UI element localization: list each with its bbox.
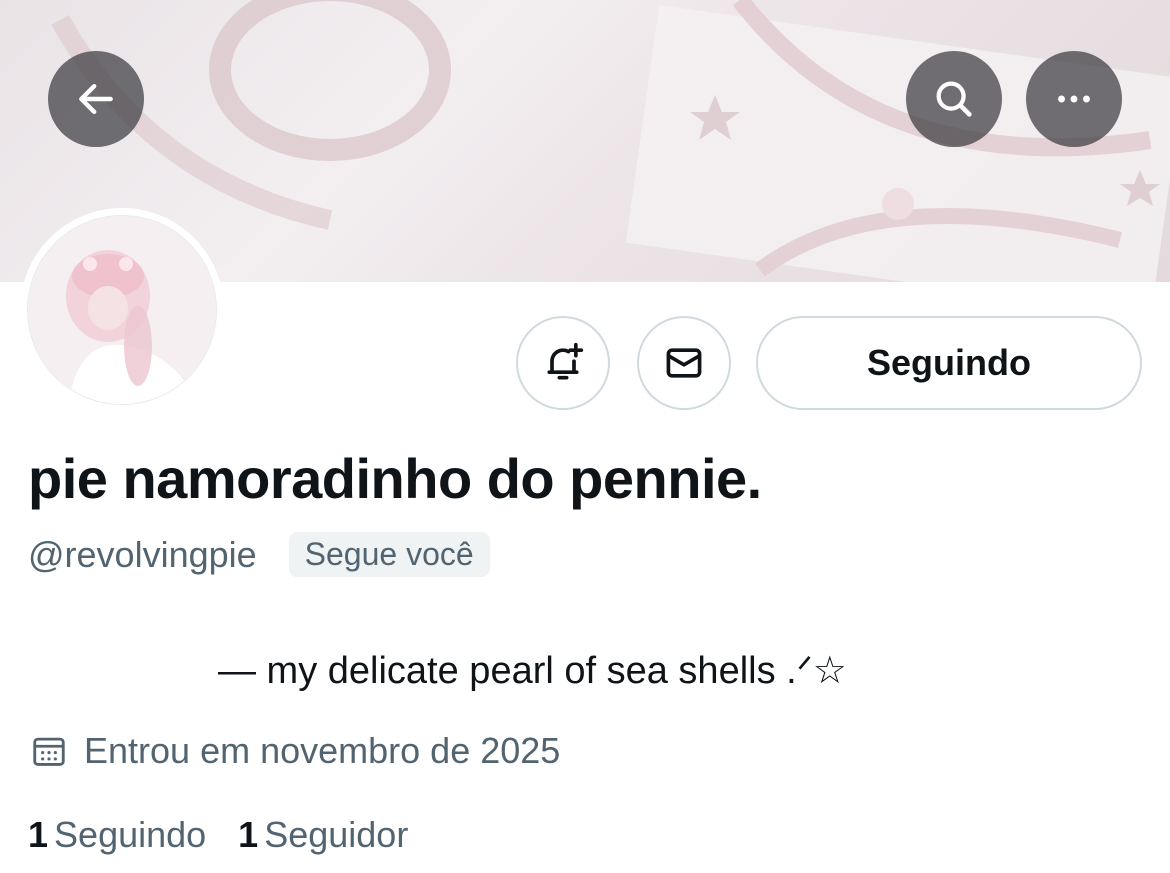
follow-stats: 1 Seguindo 1 Seguidor	[28, 814, 440, 856]
following-label: Seguindo	[54, 814, 207, 855]
bell-plus-icon	[547, 342, 584, 380]
followers-count: 1	[238, 814, 259, 855]
mail-icon	[666, 348, 702, 378]
followers-label: Seguidor	[264, 814, 409, 855]
following-count: 1	[28, 814, 49, 855]
joined-date: Entrou em novembro de 2025	[84, 730, 561, 771]
message-button[interactable]	[637, 316, 731, 410]
profile-bio: — my delicate pearl of sea shells .ᐟ☆	[218, 650, 847, 692]
notifications-button[interactable]	[516, 316, 610, 410]
avatar-image	[28, 216, 216, 404]
more-horizontal-icon	[1058, 95, 1090, 103]
arrow-left-icon	[79, 83, 113, 115]
handle-row: @revolvingpie Segue você	[28, 532, 490, 577]
following-button[interactable]: Seguindo	[756, 316, 1142, 410]
display-name: pie namoradinho do pennie.	[28, 447, 762, 510]
following-button-label: Seguindo	[867, 342, 1031, 383]
calendar-icon	[33, 737, 65, 766]
following-stat[interactable]: 1 Seguindo	[28, 814, 206, 856]
user-handle: @revolvingpie	[28, 533, 257, 575]
follows-you-badge: Segue você	[288, 532, 490, 577]
avatar[interactable]	[27, 215, 217, 405]
more-options-button[interactable]	[1026, 51, 1122, 147]
followers-stat[interactable]: 1 Seguidor	[238, 814, 408, 856]
back-button[interactable]	[48, 51, 144, 147]
joined-date-row: Entrou em novembro de 2025	[30, 730, 560, 772]
search-icon	[936, 81, 972, 117]
avatar-frame	[20, 208, 224, 412]
search-button[interactable]	[906, 51, 1002, 147]
